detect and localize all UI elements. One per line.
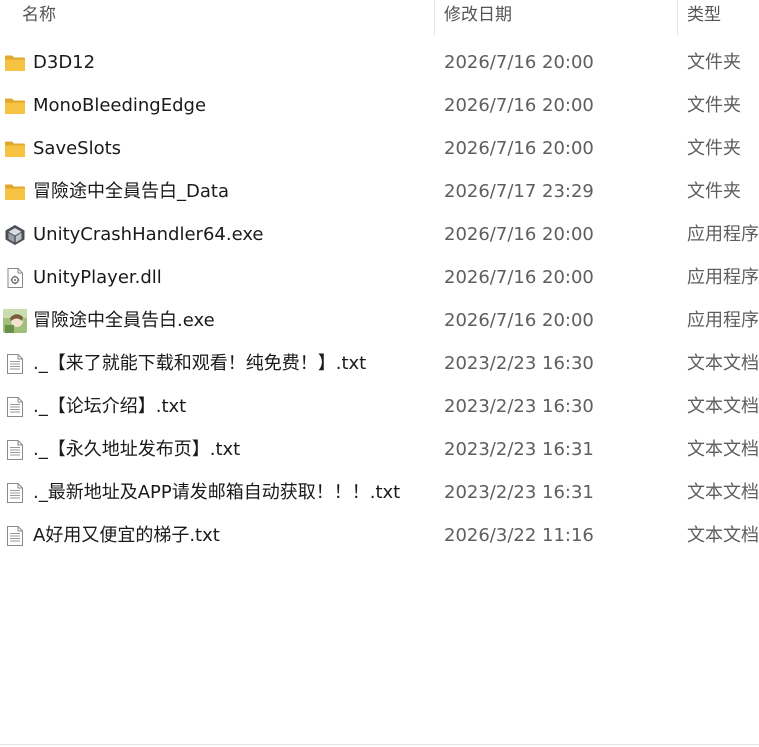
file-row[interactable]: ._【来了就能下载和观看！纯免费！】.txt 2023/2/23 16:30 文… [0,343,759,386]
file-type: 文本文档 [687,396,759,417]
file-name: ._最新地址及APP请发邮箱自动获取！！！.txt [33,482,401,503]
file-modified-date: 2023/2/23 16:30 [444,353,594,374]
file-modified-date: 2026/7/16 20:00 [444,52,594,73]
column-header-bar: 名称 修改日期 类型 [0,0,759,36]
file-name: ._【来了就能下载和观看！纯免费！】.txt [33,353,367,374]
file-modified-date: 2026/7/16 20:00 [444,138,594,159]
file-name: A好用又便宜的梯子.txt [33,525,220,546]
folder-icon [4,52,26,74]
file-row[interactable]: ._【论坛介绍】.txt 2023/2/23 16:30 文本文档 [0,386,759,429]
file-explorer: 名称 修改日期 类型 D3D12 2026/7/16 20:00 文件夹 Mon… [0,0,759,747]
folder-icon [4,181,26,203]
file-type: 文本文档 [687,353,759,374]
column-header-name[interactable]: 名称 [22,0,56,34]
text-file-icon [4,353,26,375]
file-row[interactable]: A好用又便宜的梯子.txt 2026/3/22 11:16 文本文档 [0,515,759,558]
file-type: 文件夹 [687,52,741,73]
file-row[interactable]: 冒險途中全員告白.exe 2026/7/16 20:00 应用程序 [0,300,759,343]
divider [0,744,759,745]
file-name: D3D12 [33,52,96,73]
file-name: UnityCrashHandler64.exe [33,224,264,245]
file-name: ._【论坛介绍】.txt [33,396,187,417]
file-modified-date: 2023/2/23 16:31 [444,439,594,460]
file-row[interactable]: SaveSlots 2026/7/16 20:00 文件夹 [0,128,759,171]
file-name: ._【永久地址发布页】.txt [33,439,241,460]
file-type: 文本文档 [687,482,759,503]
column-divider[interactable] [677,0,678,36]
text-file-icon [4,525,26,547]
text-file-icon [4,396,26,418]
text-file-icon [4,482,26,504]
file-type: 应用程序 [687,224,759,245]
file-name: 冒險途中全員告白.exe [33,310,215,331]
file-list: D3D12 2026/7/16 20:00 文件夹 MonoBleedingEd… [0,42,759,558]
file-row[interactable]: ._【永久地址发布页】.txt 2023/2/23 16:31 文本文档 [0,429,759,472]
file-name: MonoBleedingEdge [33,95,207,116]
file-type: 文本文档 [687,439,759,460]
column-header-type[interactable]: 类型 [687,0,721,34]
file-type: 文件夹 [687,181,741,202]
file-type: 应用程序 [687,267,759,288]
file-row[interactable]: D3D12 2026/7/16 20:00 文件夹 [0,42,759,85]
file-modified-date: 2026/7/16 20:00 [444,310,594,331]
file-modified-date: 2023/2/23 16:30 [444,396,594,417]
file-type: 文件夹 [687,95,741,116]
column-header-modified[interactable]: 修改日期 [444,0,512,34]
file-modified-date: 2026/3/22 11:16 [444,525,594,546]
file-row[interactable]: ._最新地址及APP请发邮箱自动获取！！！.txt 2023/2/23 16:3… [0,472,759,515]
column-divider[interactable] [434,0,435,36]
text-file-icon [4,439,26,461]
folder-icon [4,138,26,160]
file-row[interactable]: UnityPlayer.dll 2026/7/16 20:00 应用程序 [0,257,759,300]
file-name: SaveSlots [33,138,122,159]
file-type: 文本文档 [687,525,759,546]
file-type: 文件夹 [687,138,741,159]
file-row[interactable]: UnityCrashHandler64.exe 2026/7/16 20:00 … [0,214,759,257]
folder-icon [4,95,26,117]
file-row[interactable]: MonoBleedingEdge 2026/7/16 20:00 文件夹 [0,85,759,128]
file-row[interactable]: 冒險途中全員告白_Data 2026/7/17 23:29 文件夹 [0,171,759,214]
file-modified-date: 2026/7/16 20:00 [444,267,594,288]
file-type: 应用程序 [687,310,759,331]
dll-file-icon [4,267,26,289]
file-name: 冒險途中全員告白_Data [33,181,229,202]
unity-icon [4,224,26,246]
file-modified-date: 2026/7/16 20:00 [444,95,594,116]
file-modified-date: 2026/7/16 20:00 [444,224,594,245]
game-app-icon [3,309,27,333]
file-name: UnityPlayer.dll [33,267,162,288]
file-modified-date: 2023/2/23 16:31 [444,482,594,503]
file-modified-date: 2026/7/17 23:29 [444,181,594,202]
